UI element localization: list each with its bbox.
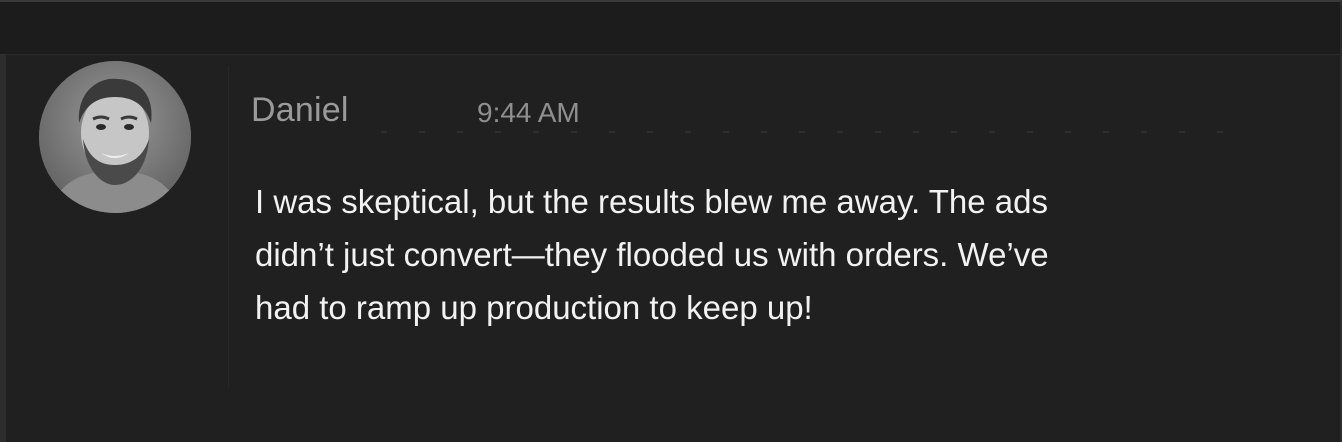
message-body: I was skeptical, but the results blew me… (255, 175, 1235, 334)
message-line: didn’t just convert—they flooded us with… (255, 236, 1049, 273)
avatar[interactable] (39, 61, 191, 213)
chat-message[interactable]: Daniel 9:44 AM I was skeptical, but the … (6, 54, 1340, 442)
message-line: had to ramp up production to keep up! (255, 289, 813, 326)
message-guide-line (228, 67, 229, 387)
chat-window: Daniel 9:44 AM I was skeptical, but the … (0, 0, 1342, 442)
top-bar (0, 2, 1340, 54)
message-timestamp: 9:44 AM (477, 97, 580, 128)
header-divider (381, 131, 1231, 133)
message-line: I was skeptical, but the results blew me… (255, 183, 1048, 220)
avatar-photo (39, 61, 191, 213)
sender-name[interactable]: Daniel (251, 91, 349, 130)
